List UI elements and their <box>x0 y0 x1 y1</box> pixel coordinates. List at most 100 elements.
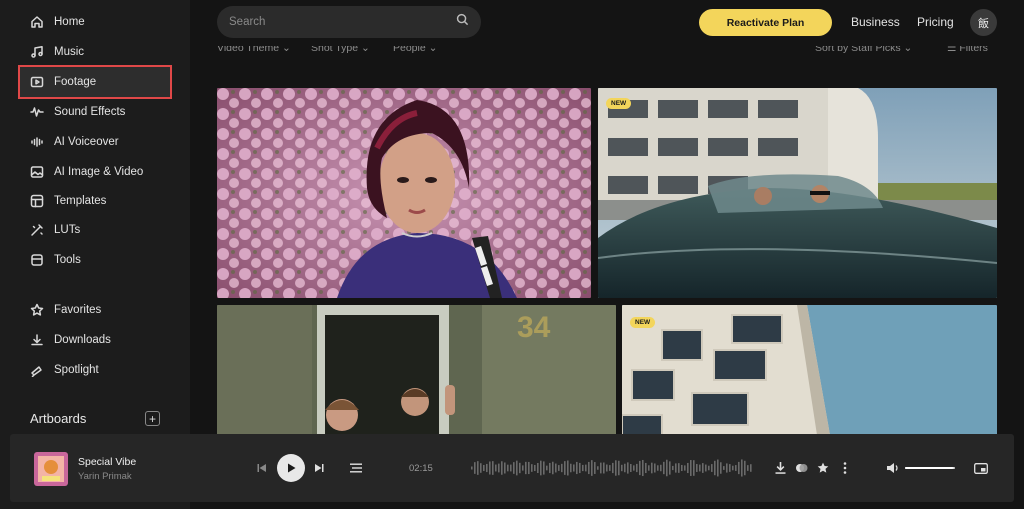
footage-thumbnail[interactable]: 34 <box>217 305 616 435</box>
waveform-bar <box>702 463 704 473</box>
waveform-bar <box>495 464 497 472</box>
waveform-bar <box>594 462 596 474</box>
pricing-link[interactable]: Pricing <box>917 15 954 29</box>
more-options-button[interactable] <box>838 461 852 475</box>
track-title[interactable]: Special Vibe <box>78 456 136 468</box>
music-note-icon <box>30 45 44 59</box>
waveform-bar <box>480 463 482 473</box>
next-track-button[interactable] <box>313 461 325 475</box>
sidebar-item-label: Footage <box>54 76 97 88</box>
search-input[interactable] <box>229 16 456 28</box>
play-icon <box>288 463 296 473</box>
waveform-bar <box>486 463 488 473</box>
svg-text:34: 34 <box>517 311 551 344</box>
search-icon[interactable] <box>456 13 469 31</box>
waveform-bar <box>672 465 674 471</box>
waveform-bar <box>552 461 554 475</box>
footage-thumbnail[interactable]: NEW <box>598 88 997 298</box>
sidebar-item-favorites[interactable]: Favorites <box>20 295 170 325</box>
search-bar[interactable] <box>217 6 481 38</box>
sidebar-item-label: Home <box>54 16 85 28</box>
waveform-bar <box>723 466 725 470</box>
waveform-bar <box>558 465 560 471</box>
ai-image-icon <box>30 165 44 179</box>
download-icon <box>775 462 785 474</box>
waveform-bar <box>528 461 530 475</box>
download-icon <box>30 333 44 347</box>
sidebar-item-label: Spotlight <box>54 364 99 376</box>
reactivate-plan-button[interactable]: Reactivate Plan <box>699 9 832 36</box>
waveform-bar <box>708 465 710 471</box>
artboards-header: Artboards + <box>30 411 160 426</box>
download-button[interactable] <box>773 461 787 475</box>
footage-thumbnail[interactable]: NEW <box>622 305 997 435</box>
sidebar-item-luts[interactable]: LUTs <box>20 215 170 245</box>
sidebar-item-footage[interactable]: Footage <box>18 65 172 99</box>
voice-bars-icon <box>30 135 44 149</box>
waveform-bar <box>747 465 749 471</box>
sidebar-item-home[interactable]: Home <box>20 7 170 37</box>
star-icon <box>817 462 829 473</box>
waveform-bar <box>624 463 626 473</box>
waveform-bar <box>696 464 698 472</box>
volume-fill <box>905 467 953 469</box>
waveform-bar <box>678 463 680 473</box>
sidebar-item-music[interactable]: Music <box>20 37 170 67</box>
previous-track-button[interactable] <box>256 461 268 475</box>
waveform-bar <box>621 464 623 472</box>
sidebar-item-spotlight[interactable]: Spotlight <box>20 355 170 385</box>
waveform-bar <box>522 465 524 471</box>
play-button[interactable] <box>277 454 305 482</box>
favorite-button[interactable] <box>816 461 830 475</box>
main-content: Reactivate Plan Business Pricing 飯 Video… <box>190 0 1024 509</box>
waveform-bar <box>750 464 752 472</box>
similar-tracks-button[interactable] <box>794 461 808 475</box>
waveform-bar <box>519 462 521 474</box>
footage-image-window: 34 <box>217 305 616 435</box>
waveform-icon <box>30 105 44 119</box>
waveform-bar <box>729 464 731 472</box>
sidebar-item-templates[interactable]: Templates <box>20 186 170 216</box>
waveform-bar <box>645 462 647 474</box>
sidebar-item-sound-effects[interactable]: Sound Effects <box>20 97 170 127</box>
waveform-bar <box>630 463 632 473</box>
waveform-bar <box>579 462 581 474</box>
waveform-bar <box>561 463 563 473</box>
waveform-bar <box>492 461 494 475</box>
waveform-bar <box>705 464 707 472</box>
waveform-bar <box>525 461 527 475</box>
waveform-bar <box>513 462 515 474</box>
track-artist[interactable]: Yarin Primak <box>78 471 132 482</box>
volume-button[interactable] <box>886 461 900 475</box>
waveform-bar <box>549 462 551 474</box>
waveform-bar <box>567 460 569 476</box>
artboards-label: Artboards <box>30 411 87 426</box>
waveform-bar <box>489 461 491 475</box>
waveform-bar <box>615 460 617 476</box>
waveform-bar <box>597 466 599 470</box>
business-link[interactable]: Business <box>851 15 900 29</box>
sidebar-item-downloads[interactable]: Downloads <box>20 325 170 355</box>
waveform-bar <box>591 460 593 476</box>
waveform-bar <box>516 460 518 476</box>
avatar[interactable]: 飯 <box>970 9 997 36</box>
volume-slider[interactable] <box>905 467 955 469</box>
album-cover[interactable] <box>34 452 68 486</box>
skip-forward-icon <box>315 464 324 472</box>
waveform-bar <box>654 463 656 473</box>
footage-thumbnail[interactable] <box>217 88 591 298</box>
volume-icon <box>886 463 898 473</box>
more-vertical-icon <box>843 462 847 474</box>
waveform-scrubber[interactable] <box>471 454 754 482</box>
sidebar-item-tools[interactable]: Tools <box>20 245 170 275</box>
waveform-bar <box>699 464 701 472</box>
sidebar-item-label: AI Image & Video <box>54 166 144 178</box>
queue-button[interactable] <box>349 461 363 475</box>
waveform-bar <box>741 459 743 477</box>
waveform-bar <box>651 462 653 474</box>
waveform-bar <box>609 465 611 471</box>
add-artboard-button[interactable]: + <box>145 411 160 426</box>
sidebar-item-ai-voiceover[interactable]: AI Voiceover <box>20 127 170 157</box>
mini-player-button[interactable] <box>973 461 989 475</box>
sidebar-item-ai-image-video[interactable]: AI Image & Video <box>20 157 170 187</box>
